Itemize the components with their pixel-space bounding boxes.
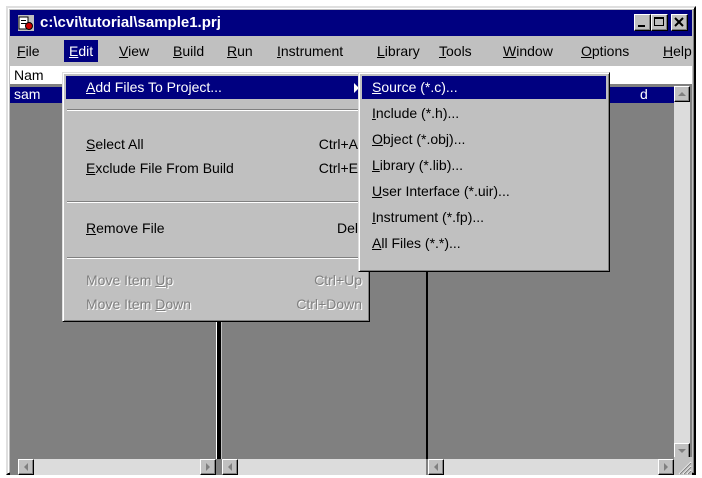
resize-grip[interactable] xyxy=(674,457,692,475)
add-files-submenu: Source (*.c)... Include (*.h)... Object (*… xyxy=(358,72,610,272)
shortcut-label: Ctrl+Down xyxy=(296,296,362,312)
project-window: c:\cvi\tutorial\sample1.prj File Edit View… xyxy=(6,6,696,475)
name-column-header[interactable]: Nam xyxy=(14,66,44,84)
scroll-right-button[interactable] xyxy=(200,459,216,475)
scroll-up-button[interactable] xyxy=(674,86,690,102)
menu-file[interactable]: File xyxy=(12,40,45,62)
submenu-item-include[interactable]: Include (*.h)... xyxy=(362,102,606,125)
arrow-down-icon xyxy=(678,449,686,453)
menu-view[interactable]: View xyxy=(114,40,154,62)
project-window-icon[interactable] xyxy=(18,15,34,31)
arrow-up-icon xyxy=(678,92,686,96)
list-item-name: sam xyxy=(14,86,41,102)
menu-item-move-item-up: Move Item Up Ctrl+Up xyxy=(66,269,366,292)
menu-bar: File Edit View Build Run Instrument Library Too… xyxy=(10,38,692,64)
arrow-left-icon xyxy=(24,463,28,471)
arrow-left-icon xyxy=(228,463,232,471)
close-button[interactable] xyxy=(671,14,688,31)
minimize-icon xyxy=(638,25,645,27)
shortcut-label: Del xyxy=(336,220,358,236)
menu-edit[interactable]: Edit xyxy=(64,40,99,62)
maximize-icon xyxy=(654,17,664,26)
submenu-item-user-interface[interactable]: User Interface (*.uir)... xyxy=(362,180,606,203)
list-item-status: d xyxy=(640,86,648,102)
title-bar[interactable]: c:\cvi\tutorial\sample1.prj xyxy=(10,10,692,36)
maximize-button[interactable] xyxy=(651,14,668,31)
scroll-left-button[interactable] xyxy=(428,459,444,475)
resize-grip-icon xyxy=(678,461,692,475)
shortcut-label: Ctrl+E xyxy=(318,160,358,176)
menu-separator xyxy=(67,109,365,111)
menu-build[interactable]: Build xyxy=(168,40,209,62)
menu-item-remove-file[interactable]: Remove File Del xyxy=(66,217,366,240)
menu-options[interactable]: Options xyxy=(576,40,634,62)
menu-instrument[interactable]: Instrument xyxy=(272,40,348,62)
menu-run[interactable]: Run xyxy=(222,40,258,62)
shortcut-label: Ctrl+Up xyxy=(314,272,362,288)
menu-separator xyxy=(67,201,365,203)
menu-tools[interactable]: Tools xyxy=(434,40,477,62)
scroll-left-button[interactable] xyxy=(222,459,238,475)
menu-separator xyxy=(67,257,365,259)
close-icon xyxy=(674,17,684,27)
submenu-item-library[interactable]: Library (*.lib)... xyxy=(362,154,606,177)
horizontal-scrollbar[interactable] xyxy=(428,459,674,475)
scroll-left-button[interactable] xyxy=(18,459,34,475)
submenu-item-instrument[interactable]: Instrument (*.fp)... xyxy=(362,206,606,229)
submenu-item-source[interactable]: Source (*.c)... xyxy=(362,76,606,99)
submenu-item-object[interactable]: Object (*.obj)... xyxy=(362,128,606,151)
arrow-left-icon xyxy=(434,463,438,471)
arrow-right-icon xyxy=(664,463,668,471)
menu-item-move-item-down: Move Item Down Ctrl+Down xyxy=(66,293,366,316)
minimize-button[interactable] xyxy=(634,14,651,31)
arrow-right-icon xyxy=(206,463,210,471)
menu-library[interactable]: Library xyxy=(372,40,425,62)
menu-window[interactable]: Window xyxy=(498,40,558,62)
menu-item-select-all[interactable]: Select All Ctrl+A xyxy=(66,133,366,156)
edit-menu: Add Files To Project... Select All Ctrl+… xyxy=(62,72,370,322)
vertical-scrollbar[interactable] xyxy=(674,86,690,459)
submenu-item-all-files[interactable]: All Files (*.*)... xyxy=(362,232,606,255)
menu-help[interactable]: Help xyxy=(658,40,697,62)
scroll-right-button[interactable] xyxy=(658,459,674,475)
horizontal-scrollbar[interactable] xyxy=(222,459,426,475)
window-title: c:\cvi\tutorial\sample1.prj xyxy=(40,14,221,31)
menu-item-add-files-to-project[interactable]: Add Files To Project... xyxy=(66,76,366,99)
menu-item-exclude-file-from-build[interactable]: Exclude File From Build Ctrl+E xyxy=(66,157,366,180)
horizontal-scrollbar[interactable] xyxy=(18,459,216,475)
shortcut-label: Ctrl+A xyxy=(318,136,358,152)
